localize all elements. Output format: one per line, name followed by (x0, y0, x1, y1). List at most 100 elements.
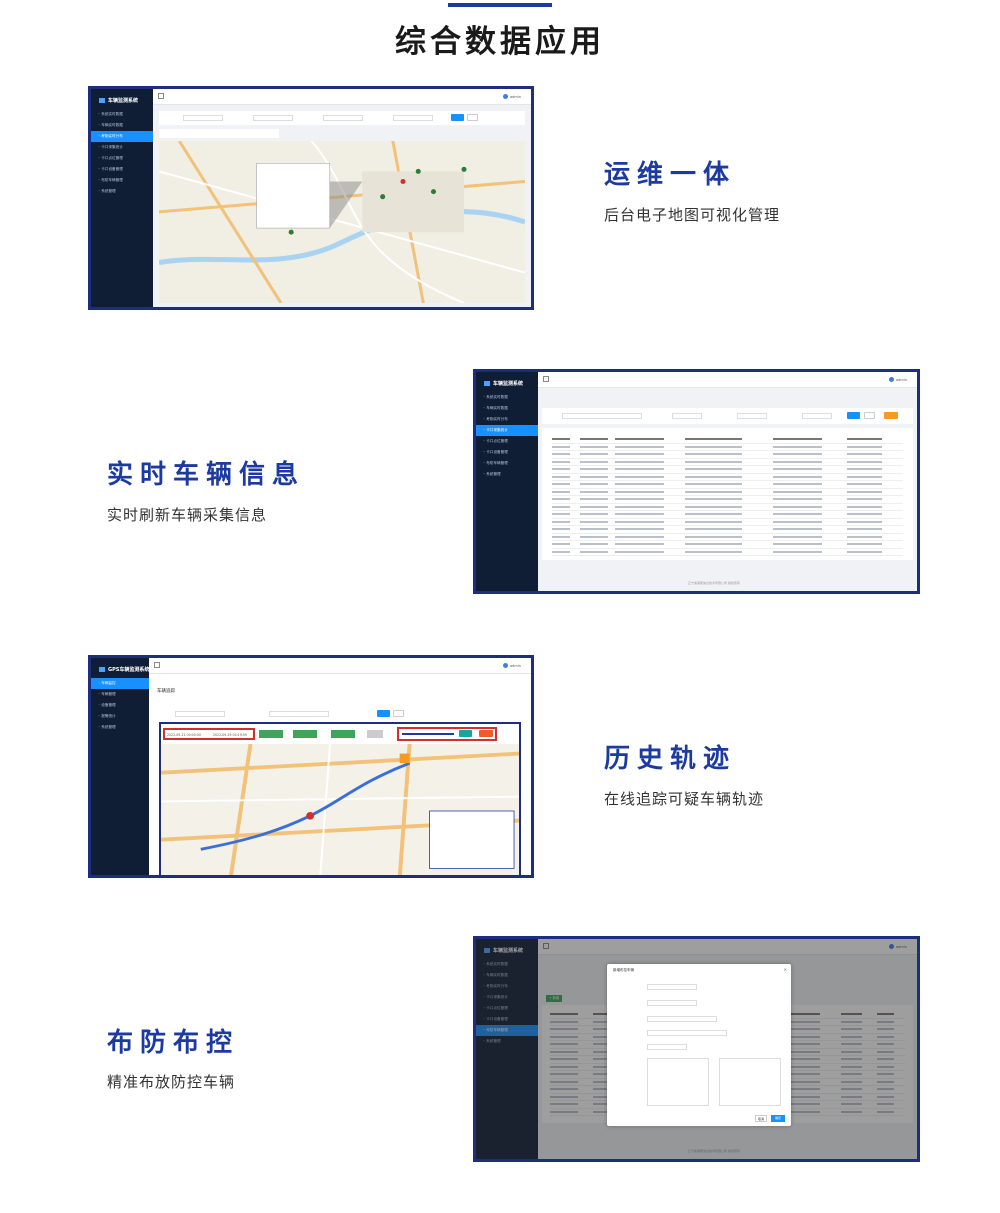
table-cell (846, 550, 882, 553)
sidebar-item[interactable]: 车辆管理 (91, 689, 149, 700)
table-cell (685, 543, 742, 545)
playback-box[interactable] (397, 727, 497, 741)
track-map[interactable] (161, 744, 519, 875)
sidebar-item[interactable]: 卡口采集统计 (476, 425, 538, 436)
table-cell (580, 453, 609, 455)
table-cell (580, 460, 609, 463)
option-green-2[interactable] (293, 730, 317, 738)
transfer-left[interactable] (647, 1058, 709, 1106)
sidebar-item[interactable]: 车辆实时数据 (91, 120, 153, 131)
menu-toggle-icon[interactable] (158, 93, 164, 99)
topbar: admin (149, 658, 531, 674)
plate-field[interactable] (672, 413, 702, 419)
modal-field-5[interactable] (647, 1044, 687, 1050)
footer-copyright: 辽宁奥莱斯信息技术有限公司 版权所有 (688, 581, 740, 585)
sidebar: GPS车辆监测系统 车辆监控车辆管理设备管理报警统计系统管理 (91, 658, 149, 875)
device-field[interactable] (802, 413, 832, 419)
filter-field-4[interactable] (393, 115, 433, 121)
sidebar-item[interactable]: 卡口点位管理 (91, 153, 153, 164)
reset-button[interactable] (467, 114, 478, 121)
user-menu[interactable]: admin (503, 663, 521, 668)
table-cell (685, 468, 742, 470)
table-cell (615, 453, 665, 455)
sidebar-item[interactable]: 系统实时数据 (91, 109, 153, 120)
menu-toggle-icon[interactable] (154, 662, 160, 668)
reset-button[interactable] (393, 710, 404, 717)
option-green-3[interactable] (331, 730, 355, 738)
sidebar-item[interactable]: 车辆监控 (91, 678, 149, 689)
sidebar-item[interactable]: 系统管理 (476, 469, 538, 480)
table-cell (552, 543, 570, 545)
search-button[interactable] (847, 412, 860, 419)
menu-toggle-icon[interactable] (543, 376, 549, 382)
reset-button[interactable] (864, 412, 875, 419)
filter-field-3[interactable] (323, 115, 363, 121)
modal-field-2[interactable] (647, 1000, 697, 1006)
page-heading: 车辆追踪 (157, 689, 175, 694)
user-menu[interactable]: admin (889, 377, 907, 382)
sidebar-item[interactable]: 卡口采集统计 (91, 142, 153, 153)
track-panel: 2022-09-21 00:00:00 2022-09-29 04:19:59 (159, 722, 521, 875)
sidebar-item[interactable]: 系统管理 (91, 186, 153, 197)
close-icon[interactable]: × (784, 967, 787, 972)
table-cell (615, 483, 665, 485)
add-deploy-modal: 新增布控车辆 × 取消 确定 (607, 964, 791, 1126)
sidebar-item[interactable]: 布防车辆管理 (476, 458, 538, 469)
transfer-right[interactable] (719, 1058, 781, 1106)
filter-field-2[interactable] (253, 115, 293, 121)
table-cell (846, 513, 882, 515)
search-button[interactable] (451, 114, 464, 121)
sidebar-item[interactable]: 系统管理 (91, 722, 149, 733)
table-row (552, 519, 903, 526)
sidebar-item[interactable]: 布防车辆管理 (91, 175, 153, 186)
modal-title: 新增布控车辆 (613, 968, 634, 972)
screenshot-history-track: GPS车辆监测系统 车辆监控车辆管理设备管理报警统计系统管理 admin 车辆追… (88, 655, 534, 878)
user-menu[interactable]: admin (503, 94, 521, 99)
confirm-button[interactable]: 确定 (771, 1115, 785, 1122)
plate-field[interactable] (175, 711, 225, 717)
filter-form (542, 408, 913, 424)
option-green-1[interactable] (259, 730, 283, 738)
date-range-field[interactable] (562, 413, 642, 419)
screenshot-realtime-table: 车辆监测系统 系统实时数据车辆实时数据考勤实时分布卡口采集统计卡口点位管理卡口设… (473, 369, 920, 594)
table-cell (685, 490, 742, 493)
export-button[interactable] (884, 412, 898, 419)
city-map[interactable] (159, 141, 525, 303)
sidebar-item[interactable]: 卡口设备管理 (476, 447, 538, 458)
modal-field-1[interactable] (647, 984, 697, 990)
table-row (552, 459, 903, 466)
screenshot-deploy-control: 车辆监测系统 系统实时数据车辆实时数据考勤实时分布卡口采集统计卡口点位管理卡口设… (473, 936, 920, 1162)
modal-field-3[interactable] (647, 1016, 717, 1022)
time-field[interactable] (269, 711, 329, 717)
status-tabs (159, 129, 279, 138)
sidebar-item[interactable]: 车辆实时数据 (476, 403, 538, 414)
point-field[interactable] (737, 413, 767, 419)
table-cell (580, 535, 609, 538)
table-cell (580, 475, 609, 478)
table-header (552, 436, 903, 444)
time-range-box[interactable]: 2022-09-21 00:00:00 2022-09-29 04:19:59 (163, 728, 255, 740)
sidebar-item[interactable]: 卡口设备管理 (91, 164, 153, 175)
topbar: admin (538, 372, 917, 388)
sidebar-item[interactable]: 考勤实时分布 (91, 131, 153, 142)
stop-button[interactable] (479, 730, 493, 737)
cancel-button[interactable]: 取消 (755, 1115, 767, 1122)
topbar: admin (153, 89, 531, 105)
query-button[interactable] (377, 710, 390, 717)
sidebar-item[interactable]: 系统实时数据 (476, 392, 538, 403)
sidebar-item[interactable]: 考勤实时分布 (476, 414, 538, 425)
modal-field-4[interactable] (647, 1030, 727, 1036)
sidebar-item[interactable]: 卡口点位管理 (476, 436, 538, 447)
sidebar-item[interactable]: 报警统计 (91, 711, 149, 722)
progress-slider[interactable] (402, 733, 454, 735)
table-cell (773, 483, 823, 485)
table-row (552, 549, 903, 556)
filter-field-1[interactable] (183, 115, 223, 121)
feature-title-1: 运维一体 (604, 160, 737, 190)
option-grey[interactable] (367, 730, 383, 738)
table-cell (615, 513, 665, 515)
sidebar-item[interactable]: 设备管理 (91, 700, 149, 711)
sidebar-menu: 系统实时数据车辆实时数据考勤实时分布卡口采集统计卡口点位管理卡口设备管理布防车辆… (476, 392, 538, 480)
start-button[interactable] (459, 730, 472, 737)
table-row (552, 541, 903, 549)
